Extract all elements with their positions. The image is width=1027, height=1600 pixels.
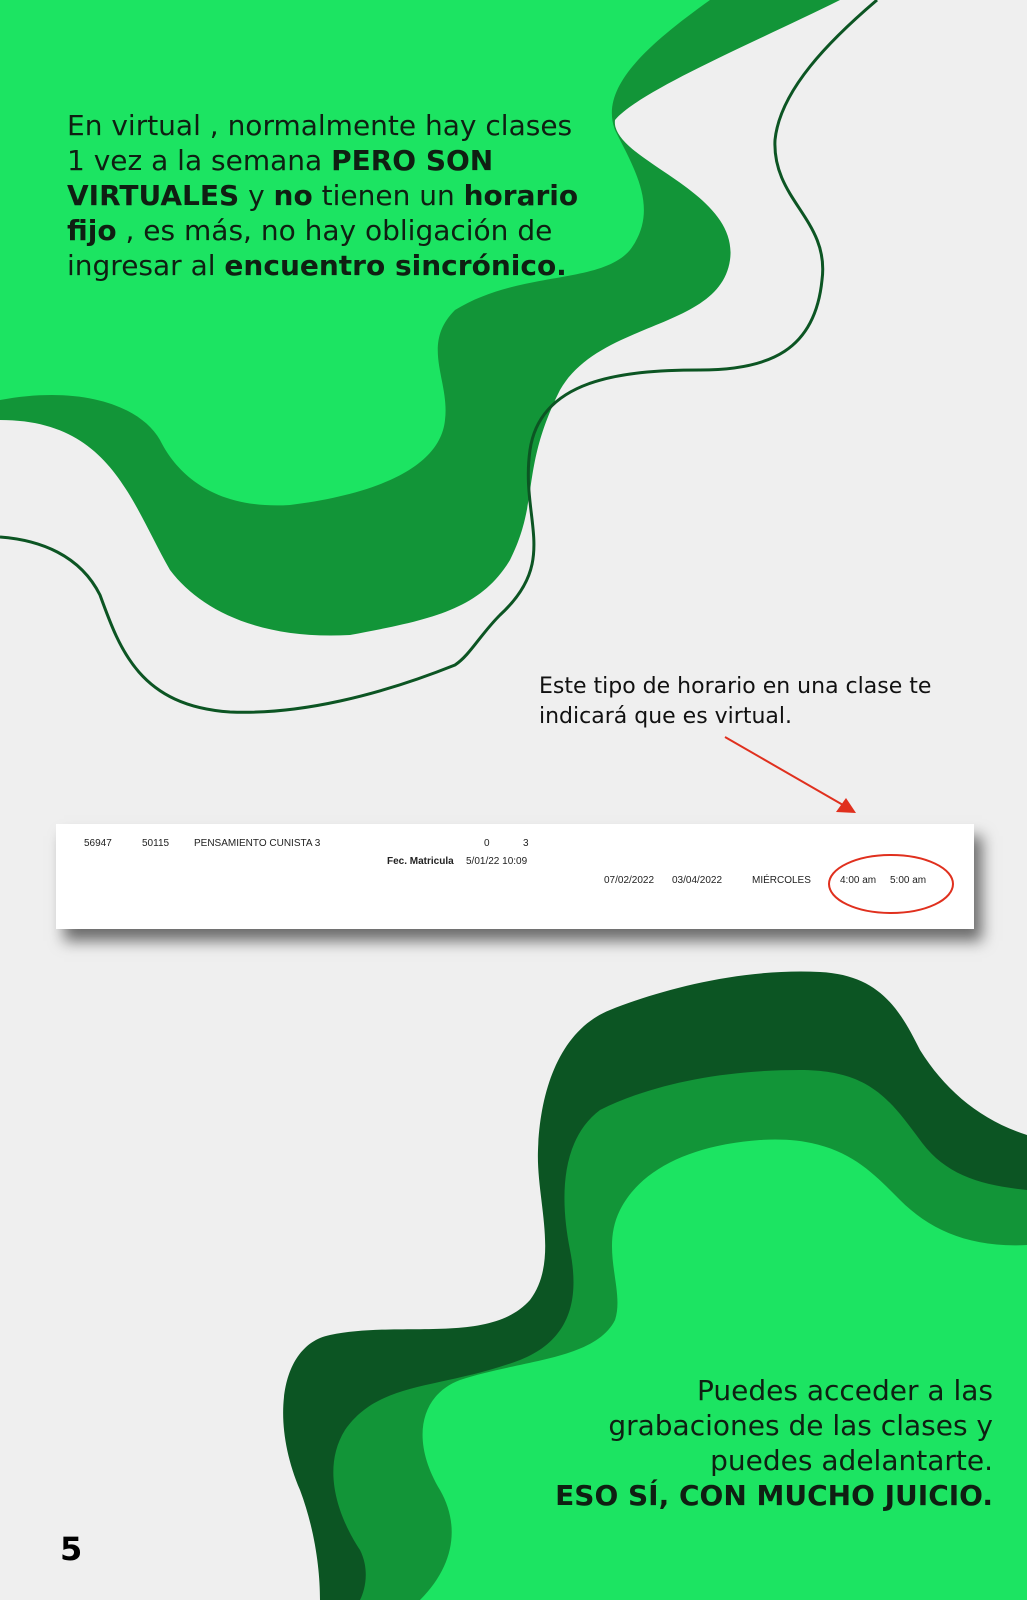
course-name: PENSAMIENTO CUNISTA 3 bbox=[194, 838, 321, 849]
time-highlight-circle bbox=[828, 854, 954, 914]
end-date: 03/04/2022 bbox=[672, 875, 723, 886]
intro-emphasis-2: no bbox=[273, 179, 313, 212]
annotation-note: Este tipo de horario en una clase te ind… bbox=[539, 674, 932, 729]
count-a: 0 bbox=[484, 838, 490, 849]
outro-paragraph: Puedes acceder a las grabaciones de las … bbox=[533, 1373, 993, 1513]
intro-text-1: En virtual , normalmente hay clases 1 ve… bbox=[67, 109, 573, 177]
enrollment-date: 5/01/22 10:09 bbox=[466, 856, 528, 867]
intro-text-3: tienen un bbox=[312, 179, 464, 212]
course-code: 50115 bbox=[142, 838, 170, 849]
enrollment-label: Fec. Matricula bbox=[387, 856, 454, 867]
intro-text-2: y bbox=[239, 179, 274, 212]
page-number: 5 bbox=[60, 1530, 83, 1568]
intro-emphasis-4: encuentro sincrónico. bbox=[224, 249, 567, 282]
outro-text: Puedes acceder a las grabaciones de las … bbox=[608, 1374, 993, 1477]
annotation-arrow-head bbox=[836, 798, 856, 813]
count-b: 3 bbox=[523, 838, 529, 849]
schedule-screenshot: 56947 50115 PENSAMIENTO CUNISTA 3 0 3 Fe… bbox=[56, 824, 974, 929]
intro-paragraph: En virtual , normalmente hay clases 1 ve… bbox=[67, 108, 587, 283]
weekday: MIÉRCOLES bbox=[752, 875, 811, 886]
outro-emphasis: ESO SÍ, CON MUCHO JUICIO. bbox=[555, 1479, 993, 1512]
start-date: 07/02/2022 bbox=[604, 875, 655, 886]
section-code: 56947 bbox=[84, 838, 112, 849]
annotation-arrow-line bbox=[724, 736, 844, 806]
